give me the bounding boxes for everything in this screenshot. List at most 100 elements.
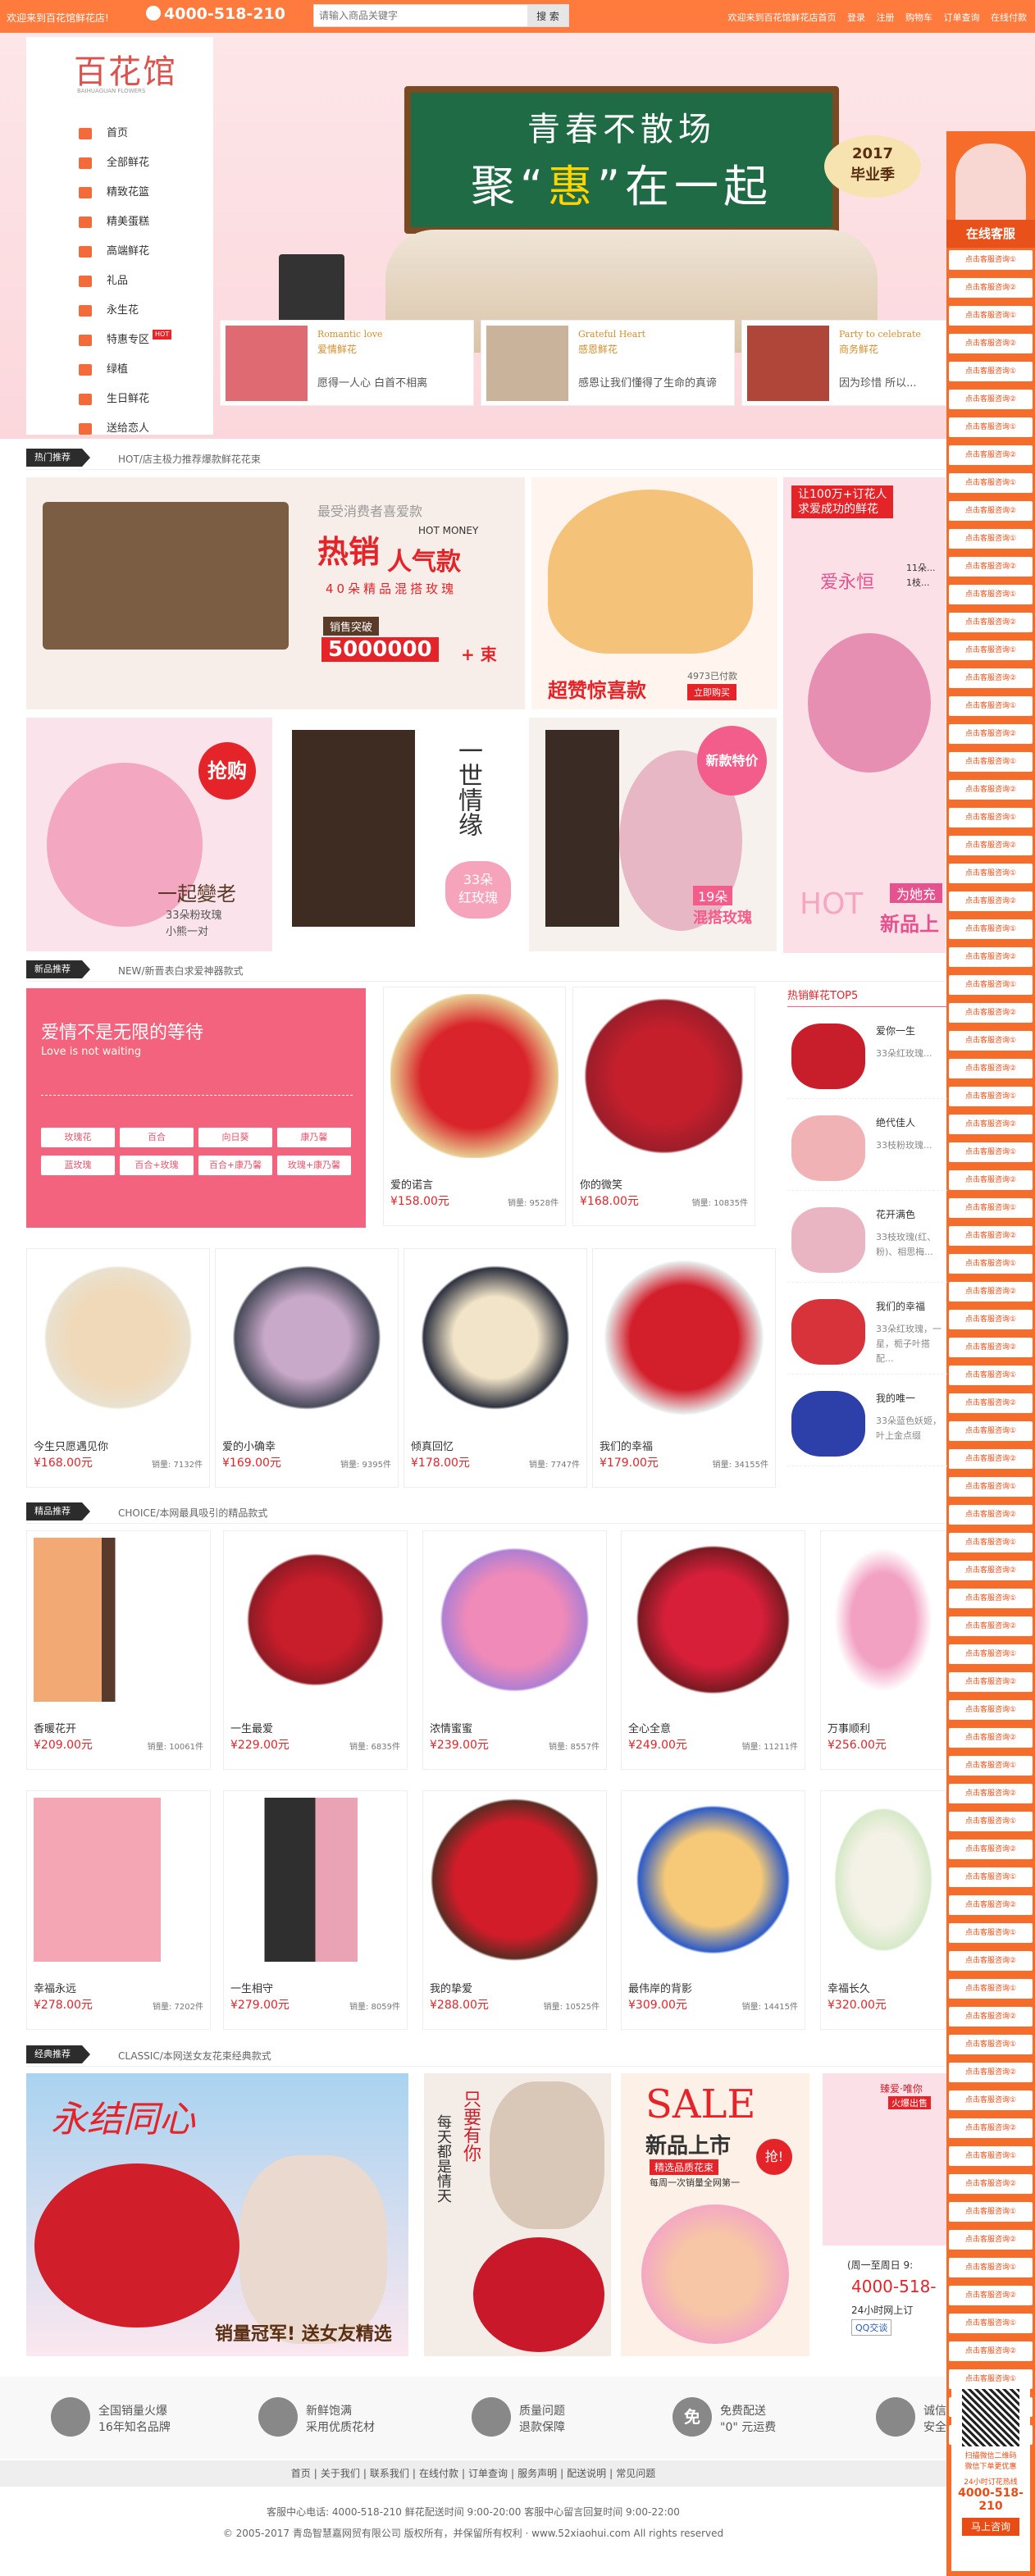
hot-list-item[interactable]: 花开满色 33枝玫瑰(红、粉)、相思梅... bbox=[787, 1191, 947, 1283]
service-link[interactable]: 点击客服咨询① bbox=[949, 696, 1033, 716]
hot-ad-special[interactable]: 新款特价 19朵 混搭玫瑰 bbox=[529, 718, 777, 951]
product-card[interactable]: 一生最爱 ¥229.00元 销量: 6835件 bbox=[223, 1530, 408, 1770]
footer-link[interactable]: 常见问题 bbox=[616, 2468, 655, 2479]
product-card[interactable]: 幸福永远 ¥278.00元 销量: 7202件 bbox=[26, 1790, 211, 2030]
footer-link[interactable]: 服务声明 bbox=[518, 2468, 557, 2479]
service-link[interactable]: 点击客服咨询① bbox=[949, 306, 1033, 326]
qq-chat-button[interactable]: QQ交谈 bbox=[851, 2319, 892, 2336]
classic-ad-sale[interactable]: SALE 新品上市 精选品质花束 每周一次销量全网第一 抢! bbox=[621, 2073, 809, 2356]
service-link[interactable]: 点击客服咨询① bbox=[949, 1031, 1033, 1051]
service-link[interactable]: 点击客服咨询② bbox=[949, 1784, 1033, 1803]
service-link[interactable]: 点击客服咨询② bbox=[949, 1393, 1033, 1413]
service-link[interactable]: 点击客服咨询① bbox=[949, 473, 1033, 493]
service-link[interactable]: 点击客服咨询① bbox=[949, 2035, 1033, 2054]
product-card[interactable]: 今生只愿遇见你 ¥168.00元 销量: 7132件 bbox=[26, 1248, 210, 1488]
service-link[interactable]: 点击客服咨询① bbox=[949, 1867, 1033, 1887]
service-link[interactable]: 点击客服咨询① bbox=[949, 2090, 1033, 2110]
footer-link[interactable]: 关于我们 bbox=[321, 2468, 360, 2479]
top-link-orders[interactable]: 订单查询 bbox=[944, 12, 980, 23]
service-link[interactable]: 点击客服咨询① bbox=[949, 1644, 1033, 1664]
nav-item-cake[interactable]: 精美蛋糕 bbox=[79, 207, 171, 237]
service-link[interactable]: 点击客服咨询② bbox=[949, 501, 1033, 521]
service-link[interactable]: 点击客服咨询② bbox=[949, 947, 1033, 967]
product-card[interactable]: 全心全意 ¥249.00元 销量: 11211件 bbox=[621, 1530, 805, 1770]
service-link[interactable]: 点击客服咨询① bbox=[949, 1589, 1033, 1608]
hot-list-item[interactable]: 绝代佳人 33枝粉玫瑰... bbox=[787, 1099, 947, 1191]
service-link[interactable]: 点击客服咨询② bbox=[949, 2341, 1033, 2361]
service-link[interactable]: 点击客服咨询② bbox=[949, 780, 1033, 800]
service-link[interactable]: 点击客服咨询② bbox=[949, 1226, 1033, 1246]
product-card[interactable]: 我的挚爱 ¥288.00元 销量: 10525件 bbox=[422, 1790, 607, 2030]
service-link[interactable]: 点击客服咨询① bbox=[949, 1923, 1033, 1943]
service-link[interactable]: 点击客服咨询② bbox=[949, 2007, 1033, 2027]
top-link-register[interactable]: 注册 bbox=[877, 12, 895, 23]
service-link[interactable]: 点击客服咨询② bbox=[949, 724, 1033, 744]
service-link[interactable]: 点击客服咨询① bbox=[949, 1700, 1033, 1720]
footer-link[interactable]: 订单查询 bbox=[468, 2468, 508, 2479]
footer-link[interactable]: 联系我们 bbox=[370, 2468, 409, 2479]
service-link[interactable]: 点击客服咨询① bbox=[949, 2202, 1033, 2222]
hot-list-item[interactable]: 爱你一生 33朵红玫瑰... bbox=[787, 1007, 947, 1099]
service-link[interactable]: 点击客服咨询① bbox=[949, 1198, 1033, 1218]
hot-list-item[interactable]: 我的唯一 33朵蓝色妖姬，叶上金点缀 bbox=[787, 1375, 947, 1466]
search-input[interactable] bbox=[314, 5, 527, 26]
service-link[interactable]: 点击客服咨询② bbox=[949, 1895, 1033, 1915]
nav-item-lover[interactable]: 送给恋人 bbox=[79, 414, 171, 444]
classic-ad-contact[interactable]: 臻爱·唯你 火爆出售 (周一至周日 9: 4000-518- 24小时网上订 Q… bbox=[823, 2073, 946, 2356]
nav-item-gift[interactable]: 礼品 bbox=[79, 267, 171, 296]
product-card[interactable]: 香暖花开 ¥209.00元 销量: 10061件 bbox=[26, 1530, 211, 1770]
service-link[interactable]: 点击客服咨询② bbox=[949, 1003, 1033, 1023]
service-link[interactable]: 点击客服咨询② bbox=[949, 334, 1033, 353]
hot-list-item[interactable]: 我们的幸福 33朵红玫瑰，一星，栀子叶搭配... bbox=[787, 1283, 947, 1375]
service-link[interactable]: 点击客服咨询② bbox=[949, 1561, 1033, 1580]
hot-ad-surprise[interactable]: 超赞惊喜款 4973已付款 立即购买 bbox=[531, 477, 777, 709]
service-link[interactable]: 点击客服咨询② bbox=[949, 1170, 1033, 1190]
service-link[interactable]: 点击客服咨询② bbox=[949, 2118, 1033, 2138]
hot-ad-grow-old[interactable]: 抢购 一起變老 33朵粉玫瑰 小熊一对 bbox=[26, 718, 272, 951]
service-link[interactable]: 点击客服咨询① bbox=[949, 1477, 1033, 1497]
service-link[interactable]: 点击客服咨询① bbox=[949, 1421, 1033, 1441]
product-card[interactable]: 最伟岸的背影 ¥309.00元 销量: 14415件 bbox=[621, 1790, 805, 2030]
service-link[interactable]: 点击客服咨询① bbox=[949, 1533, 1033, 1552]
product-card[interactable]: 你的微笑 ¥168.00元 销量: 10835件 bbox=[572, 987, 755, 1226]
banner-card-grateful[interactable]: Grateful Heart 感恩鲜花 感恩让我们懂得了生命的真谛 bbox=[481, 320, 735, 406]
service-link[interactable]: 点击客服咨询② bbox=[949, 390, 1033, 409]
service-link[interactable]: 点击客服咨询① bbox=[949, 529, 1033, 549]
service-link[interactable]: 点击客服咨询① bbox=[949, 752, 1033, 772]
product-card[interactable]: 爱的诺言 ¥158.00元 销量: 9528件 bbox=[383, 987, 566, 1226]
service-link[interactable]: 点击客服咨询② bbox=[949, 613, 1033, 632]
service-link[interactable]: 点击客服咨询② bbox=[949, 2230, 1033, 2250]
top-link-cart[interactable]: 购物车 bbox=[905, 12, 932, 23]
service-link[interactable]: 点击客服咨询① bbox=[949, 864, 1033, 883]
filter-chip[interactable]: 向日葵 bbox=[198, 1128, 272, 1147]
product-card[interactable]: 幸福长久 ¥320.00元 bbox=[820, 1790, 946, 2030]
service-link[interactable]: 点击客服咨询② bbox=[949, 1840, 1033, 1859]
service-link[interactable]: 点击客服咨询① bbox=[949, 2258, 1033, 2277]
classic-ad-with-you[interactable]: 只要有你 每天都是情天 bbox=[424, 2073, 611, 2356]
service-link[interactable]: 点击客服咨询② bbox=[949, 2286, 1033, 2305]
hot-ad-eternal-love[interactable]: 让100万+订花人 求爱成功的鲜花 爱永恒 11朵... 1枝... HOT 为她… bbox=[783, 477, 946, 953]
service-link[interactable]: 点击客服咨询② bbox=[949, 2174, 1033, 2194]
service-link[interactable]: 点击客服咨询② bbox=[949, 1505, 1033, 1525]
product-card[interactable]: 爱的小确幸 ¥169.00元 销量: 9395件 bbox=[215, 1248, 399, 1488]
service-link[interactable]: 点击客服咨询② bbox=[949, 445, 1033, 465]
service-link[interactable]: 点击客服咨询① bbox=[949, 1979, 1033, 1999]
service-link[interactable]: 点击客服咨询② bbox=[949, 1672, 1033, 1692]
service-link[interactable]: 点击客服咨询② bbox=[949, 1616, 1033, 1636]
service-link[interactable]: 点击客服咨询① bbox=[949, 1812, 1033, 1831]
footer-link[interactable]: 在线付款 bbox=[419, 2468, 458, 2479]
nav-item-birthday[interactable]: 生日鲜花 bbox=[79, 385, 171, 414]
hot-ad-lifetime[interactable]: 一世情缘 33朵 红玫瑰 bbox=[277, 718, 523, 951]
service-link[interactable]: 点击客服咨询② bbox=[949, 278, 1033, 298]
service-link[interactable]: 点击客服咨询① bbox=[949, 2314, 1033, 2333]
search-button[interactable]: 搜 索 bbox=[527, 5, 568, 26]
service-link[interactable]: 点击客服咨询① bbox=[949, 1756, 1033, 1776]
product-card[interactable]: 倾真回忆 ¥178.00元 销量: 7747件 bbox=[404, 1248, 587, 1488]
service-link[interactable]: 点击客服咨询① bbox=[949, 808, 1033, 828]
service-link[interactable]: 点击客服咨询② bbox=[949, 891, 1033, 911]
nav-item-basket[interactable]: 精致花篮 bbox=[79, 178, 171, 207]
service-link[interactable]: 点击客服咨询② bbox=[949, 1951, 1033, 1971]
top-link-home[interactable]: 欢迎来到百花馆鲜花店首页 bbox=[728, 12, 837, 23]
top-link-pay[interactable]: 在线付款 bbox=[991, 12, 1027, 23]
site-logo[interactable]: 百花馆 bbox=[74, 45, 177, 93]
